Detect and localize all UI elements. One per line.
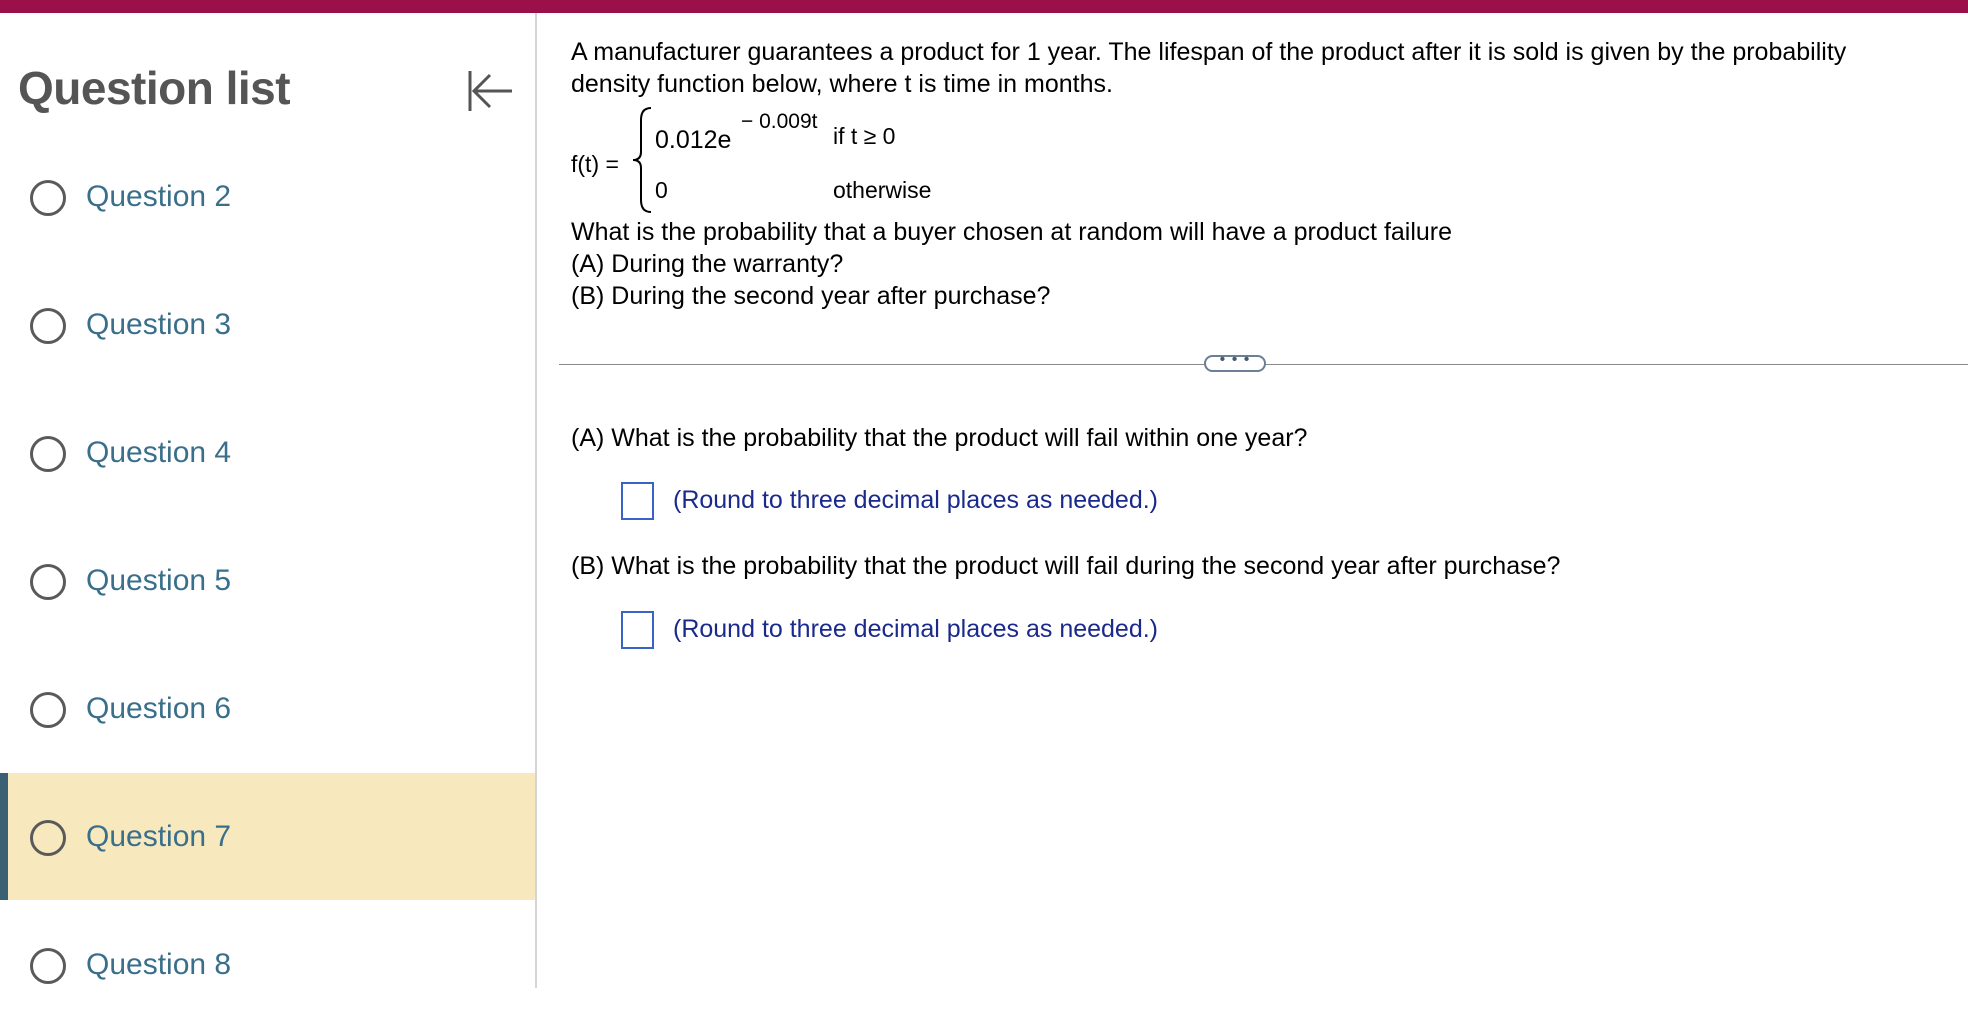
case-1-condition: if t ≥ 0: [833, 123, 896, 149]
sidebar-item-label: Question 6: [86, 691, 232, 725]
problem-question-line: What is the probability that a buyer cho…: [571, 218, 1453, 246]
case-2-expression: 0: [655, 177, 668, 203]
expand-divider-button[interactable]: • • •: [1204, 352, 1266, 372]
problem-statement: A manufacturer guarantees a product for …: [571, 36, 1951, 312]
sidebar-item-label: Question 5: [86, 563, 232, 597]
part-b-answer-input[interactable]: [621, 611, 654, 649]
radio-unselected-icon: [30, 691, 66, 728]
top-banner: [0, 0, 1968, 13]
function-name: f(t) =: [571, 151, 619, 177]
sidebar-item-question-4[interactable]: Question 4: [0, 389, 535, 516]
question-list-sidebar: Question list Question 2 Question 3 Ques…: [0, 13, 537, 988]
radio-unselected-icon: [30, 819, 66, 856]
left-brace-icon: [632, 107, 652, 213]
part-b-question: (B) What is the probability that the pro…: [571, 552, 1561, 580]
sidebar-item-question-5[interactable]: Question 5: [0, 517, 535, 644]
problem-sub-b: (B) During the second year after purchas…: [571, 282, 1051, 310]
sidebar-item-question-2[interactable]: Question 2: [0, 133, 535, 260]
collapse-left-arrow-icon: [468, 71, 512, 111]
problem-sub-a: (A) During the warranty?: [571, 250, 844, 278]
sidebar-item-label: Question 4: [86, 435, 232, 469]
collapse-sidebar-button[interactable]: [466, 65, 516, 117]
piecewise-function: f(t) = 0.012e − 0.009t if t ≥ 0 0 otherw…: [571, 104, 1951, 216]
problem-intro-line-2: density function below, where t is time …: [571, 70, 1113, 98]
sidebar-item-question-3[interactable]: Question 3: [0, 261, 535, 388]
radio-unselected-icon: [30, 179, 66, 216]
case-1-expression: 0.012e: [655, 126, 732, 154]
problem-intro-line-1: A manufacturer guarantees a product for …: [571, 38, 1847, 66]
case-1-exponent: − 0.009t: [741, 110, 818, 133]
radio-unselected-icon: [30, 307, 66, 344]
sidebar-item-label: Question 3: [86, 307, 232, 341]
sidebar-item-label: Question 2: [86, 179, 232, 213]
radio-unselected-icon: [30, 435, 66, 472]
radio-unselected-icon: [30, 947, 66, 984]
sidebar-item-label: Question 8: [86, 947, 232, 981]
part-a-answer-input[interactable]: [621, 482, 654, 520]
sidebar-item-question-6[interactable]: Question 6: [0, 645, 535, 772]
sidebar-item-label: Question 7: [86, 819, 232, 853]
sidebar-item-question-8[interactable]: Question 8: [0, 901, 535, 1028]
radio-unselected-icon: [30, 563, 66, 600]
part-a-hint: (Round to three decimal places as needed…: [673, 486, 1159, 514]
part-a-question: (A) What is the probability that the pro…: [571, 424, 1308, 452]
case-2-condition: otherwise: [833, 177, 932, 203]
part-b-hint: (Round to three decimal places as needed…: [673, 615, 1159, 643]
sidebar-item-question-7[interactable]: Question 7: [0, 773, 535, 900]
sidebar-title: Question list: [18, 62, 291, 114]
